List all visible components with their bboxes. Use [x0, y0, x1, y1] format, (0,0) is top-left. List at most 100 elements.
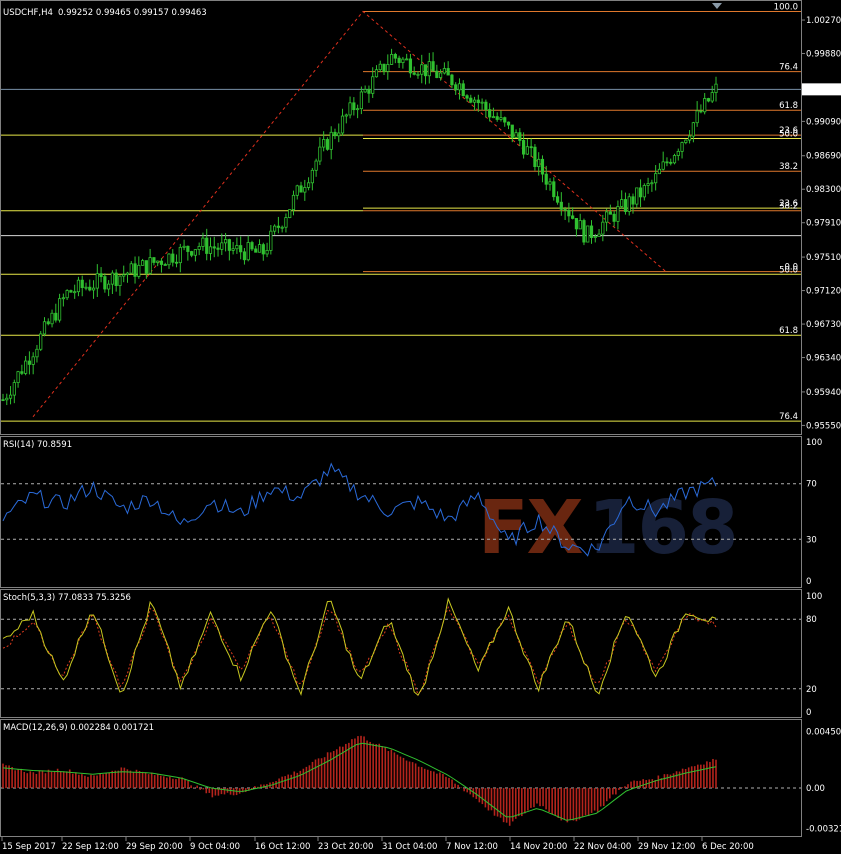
candle — [140, 260, 145, 266]
candle — [405, 58, 409, 61]
candle — [465, 95, 469, 99]
candle — [695, 110, 699, 124]
candle — [231, 248, 235, 251]
candle — [65, 290, 69, 299]
candle — [491, 116, 496, 119]
candle — [457, 83, 462, 91]
fib-label: 50.0 — [779, 130, 798, 140]
time-tick-label: 6 Dec 20:00 — [702, 842, 754, 852]
stoch-title: Stoch(5,3,3) 77.0833 75.3256 — [3, 593, 131, 603]
candle — [318, 146, 322, 162]
candle — [125, 272, 130, 275]
candle — [73, 291, 77, 294]
candle — [205, 237, 209, 254]
candle — [635, 187, 639, 205]
candle — [103, 276, 107, 290]
candle — [340, 115, 345, 134]
candle — [408, 58, 413, 74]
candle — [107, 283, 111, 290]
candle — [273, 225, 277, 232]
fib-label: 76.4 — [779, 63, 798, 73]
candle — [129, 263, 133, 274]
candle — [367, 89, 371, 94]
candle — [537, 158, 541, 168]
time-tick-label: 22 Nov 04:00 — [574, 842, 631, 852]
candle — [88, 286, 92, 291]
candle — [495, 116, 499, 120]
candle — [156, 260, 160, 263]
stoch-tick-label: 100 — [806, 592, 822, 602]
candle — [31, 356, 35, 365]
candle — [612, 213, 616, 222]
candle — [522, 140, 526, 155]
candle — [706, 98, 711, 102]
candle — [322, 139, 326, 148]
candle — [295, 185, 299, 196]
candle — [325, 139, 330, 150]
candle — [227, 239, 231, 251]
candle — [363, 89, 367, 93]
price-tick-label: 1.00270 — [806, 16, 841, 26]
candle — [303, 187, 307, 193]
candle — [669, 161, 673, 164]
candle — [529, 146, 533, 149]
candle — [69, 290, 73, 293]
time-tick-label: 29 Sep 20:00 — [126, 842, 183, 852]
stoch-pane[interactable] — [0, 589, 802, 718]
candle — [95, 273, 99, 289]
candle — [567, 209, 571, 217]
candle — [638, 187, 643, 198]
candle — [454, 84, 458, 91]
candle — [280, 226, 284, 229]
price-chart: 100.076.461.823.650.038.223.638.20.050.0… — [1, 2, 801, 422]
candle — [589, 225, 594, 238]
candle — [137, 264, 141, 277]
candle — [57, 298, 62, 321]
price-tick-label: 0.96340 — [806, 354, 841, 364]
candle — [412, 72, 416, 75]
price-tick-label: 0.98300 — [806, 185, 841, 195]
candle — [684, 139, 688, 143]
macd-chart — [1, 735, 801, 826]
fib-label: 38.2 — [779, 202, 798, 212]
candle — [76, 279, 81, 293]
watermark: FX 168 — [478, 485, 738, 571]
candle — [676, 150, 680, 156]
candle — [250, 242, 254, 250]
candle — [24, 360, 28, 374]
candle — [50, 312, 54, 325]
candle — [604, 211, 609, 223]
candle — [401, 58, 405, 63]
candle — [389, 54, 394, 65]
candle — [540, 158, 545, 175]
candle — [654, 173, 658, 184]
candle — [703, 98, 707, 113]
stoch-signal-line — [2, 605, 717, 697]
candle — [61, 297, 65, 300]
candle — [356, 108, 360, 111]
time-tick-label: 29 Nov 12:00 — [638, 842, 695, 852]
price-pane[interactable] — [0, 0, 802, 435]
fib-label: 76.4 — [779, 412, 798, 422]
time-tick-label: 9 Oct 04:00 — [190, 842, 240, 852]
candle — [616, 206, 620, 222]
candle — [559, 201, 563, 210]
stoch-tick-label: 20 — [806, 685, 817, 695]
candle — [627, 196, 631, 212]
candle — [680, 142, 684, 152]
candle — [265, 250, 269, 255]
candle — [5, 397, 9, 401]
stoch-main-line — [2, 597, 717, 697]
candle — [212, 246, 216, 249]
price-tick-label: 0.99880 — [806, 50, 841, 60]
candle — [235, 245, 239, 250]
candle — [446, 68, 450, 76]
candle — [499, 117, 503, 120]
chart-shift-marker-icon[interactable] — [712, 3, 722, 9]
candle — [333, 131, 337, 137]
candle — [469, 97, 473, 103]
rsi-title: RSI(14) 70.8591 — [3, 440, 72, 450]
candle — [171, 253, 175, 263]
candle — [54, 312, 58, 321]
candle — [514, 132, 518, 138]
